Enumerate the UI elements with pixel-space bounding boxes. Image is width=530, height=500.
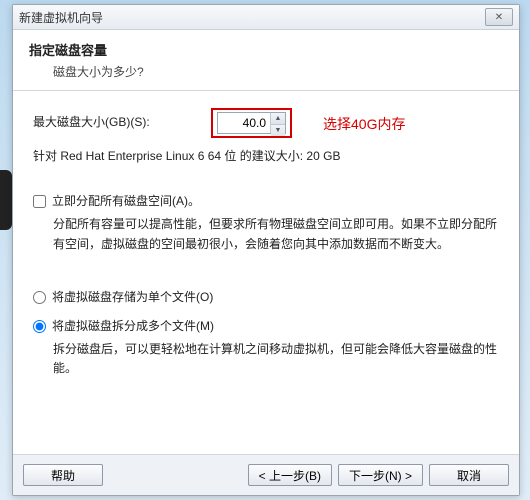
disk-size-spinner[interactable]: ▲ ▼ — [217, 112, 286, 134]
multi-file-desc: 拆分磁盘后，可以更轻松地在计算机之间移动虚拟机，但可能会降低大容量磁盘的性能。 — [53, 340, 499, 378]
page-subtitle: 磁盘大小为多少? — [53, 63, 503, 80]
spinner-arrows: ▲ ▼ — [270, 113, 285, 133]
disk-size-row: 最大磁盘大小(GB)(S): ▲ ▼ 选择40G内存 — [33, 109, 499, 137]
highlight-box: ▲ ▼ — [211, 108, 292, 138]
titlebar: 新建虚拟机向导 ✕ — [13, 5, 519, 30]
wizard-content: 最大磁盘大小(GB)(S): ▲ ▼ 选择40G内存 针对 Red Hat En… — [13, 91, 519, 454]
disk-size-input[interactable] — [218, 113, 270, 133]
disk-size-label: 最大磁盘大小(GB)(S): — [33, 113, 193, 132]
allocate-now-checkbox[interactable] — [33, 195, 46, 208]
allocate-now-option[interactable]: 立即分配所有磁盘空间(A)。 — [33, 192, 499, 211]
wizard-header: 指定磁盘容量 磁盘大小为多少? — [13, 30, 519, 91]
allocate-now-label: 立即分配所有磁盘空间(A)。 — [52, 192, 200, 211]
next-button[interactable]: 下一步(N) > — [338, 464, 423, 486]
recommended-size-hint: 针对 Red Hat Enterprise Linux 6 64 位 的建议大小… — [33, 147, 499, 166]
multi-file-option[interactable]: 将虚拟磁盘拆分成多个文件(M) — [33, 317, 499, 336]
multi-file-label: 将虚拟磁盘拆分成多个文件(M) — [52, 317, 214, 336]
close-button[interactable]: ✕ — [485, 8, 513, 26]
left-artifact — [0, 170, 12, 230]
storage-block: 将虚拟磁盘存储为单个文件(O) 将虚拟磁盘拆分成多个文件(M) 拆分磁盘后，可以… — [33, 288, 499, 379]
close-icon: ✕ — [495, 12, 503, 23]
multi-file-radio[interactable] — [33, 320, 46, 333]
annotation-text: 选择40G内存 — [323, 113, 405, 135]
single-file-option[interactable]: 将虚拟磁盘存储为单个文件(O) — [33, 288, 499, 307]
spin-down-icon[interactable]: ▼ — [271, 125, 285, 136]
wizard-footer: 帮助 < 上一步(B) 下一步(N) > 取消 — [13, 454, 519, 495]
cancel-button[interactable]: 取消 — [429, 464, 509, 486]
help-button[interactable]: 帮助 — [23, 464, 103, 486]
window-title: 新建虚拟机向导 — [19, 9, 485, 26]
single-file-label: 将虚拟磁盘存储为单个文件(O) — [52, 288, 213, 307]
page-title: 指定磁盘容量 — [29, 40, 503, 59]
spin-up-icon[interactable]: ▲ — [271, 113, 285, 125]
allocate-desc: 分配所有容量可以提高性能，但要求所有物理磁盘空间立即可用。如果不立即分配所有空间… — [53, 215, 499, 253]
single-file-radio[interactable] — [33, 291, 46, 304]
back-button[interactable]: < 上一步(B) — [248, 464, 332, 486]
allocate-block: 立即分配所有磁盘空间(A)。 分配所有容量可以提高性能，但要求所有物理磁盘空间立… — [33, 192, 499, 254]
wizard-dialog: 新建虚拟机向导 ✕ 指定磁盘容量 磁盘大小为多少? 最大磁盘大小(GB)(S):… — [12, 4, 520, 496]
